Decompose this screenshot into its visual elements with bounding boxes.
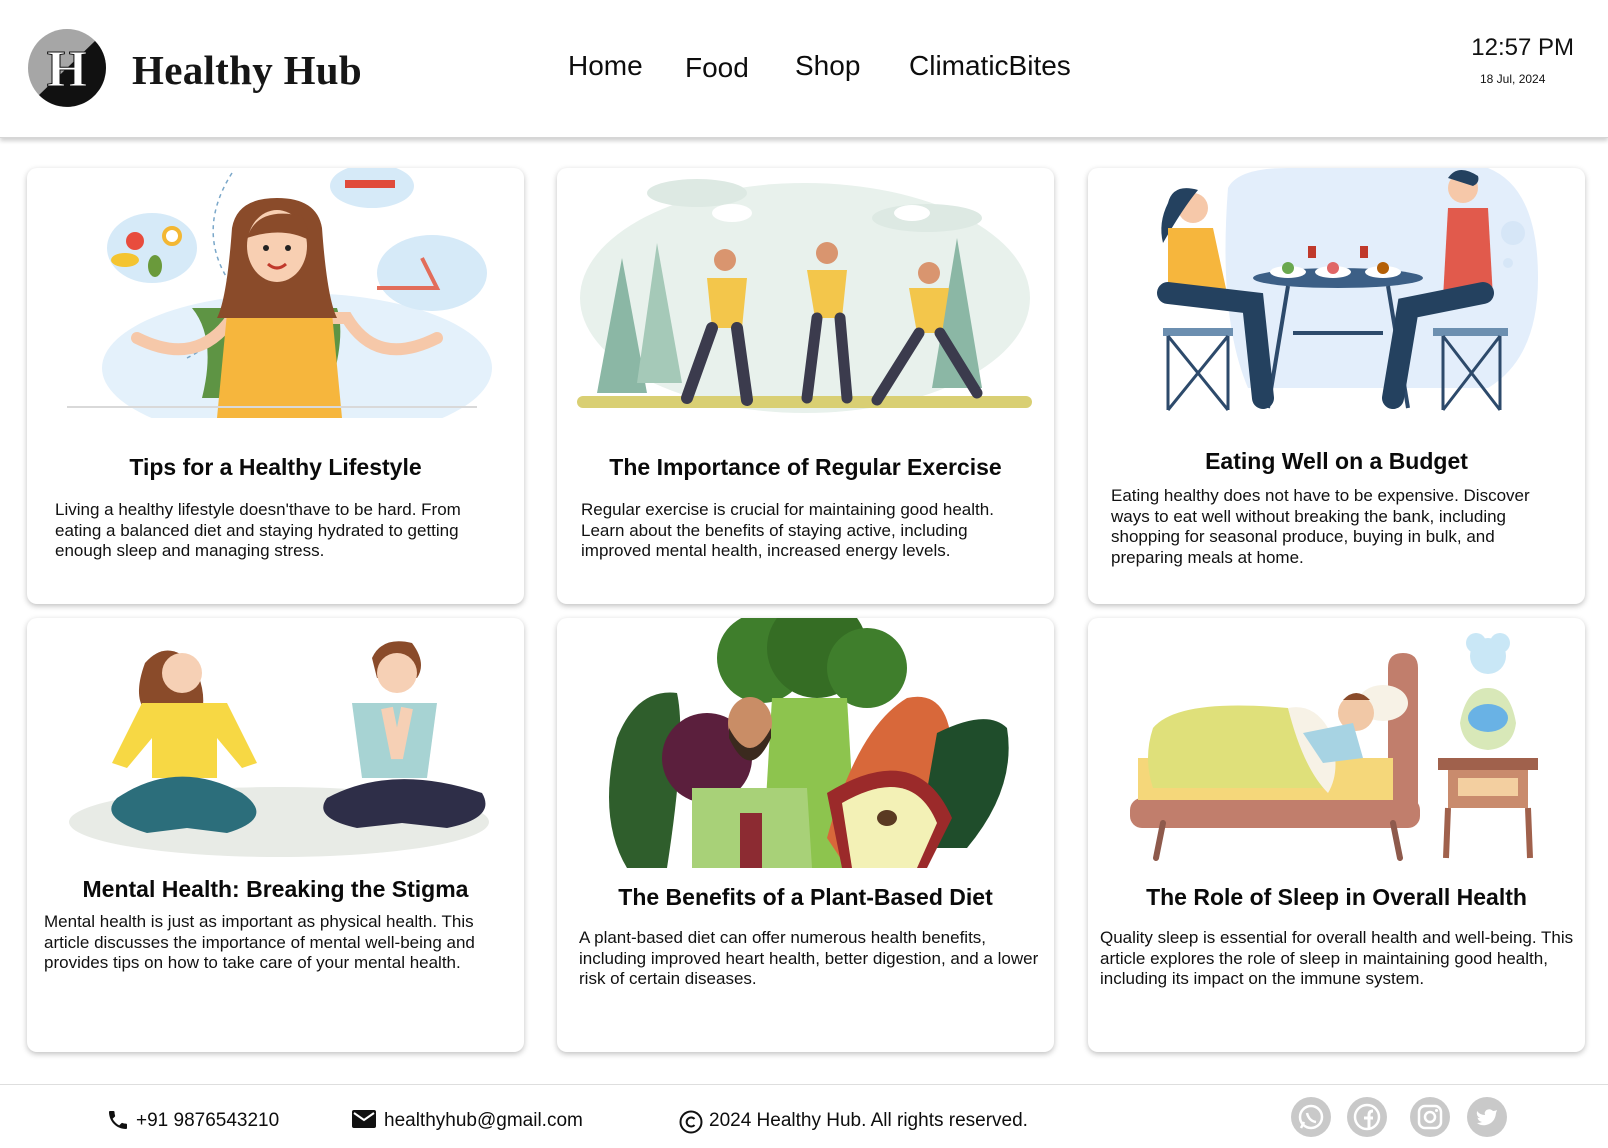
card-title[interactable]: Tips for a Healthy Lifestyle [37,454,514,481]
instagram-icon[interactable] [1410,1097,1450,1137]
clock-time: 12:57 PM [1471,34,1574,61]
exercise-illustration [557,168,1054,418]
article-card-sleep[interactable]: The Role of Sleep in Overall Health Qual… [1088,618,1585,1052]
footer-email[interactable]: healthyhub@gmail.com [384,1110,583,1132]
article-card-regular-exercise[interactable]: The Importance of Regular Exercise Regul… [557,168,1054,604]
card-description: A plant-based diet can offer numerous he… [579,928,1039,988]
footer-divider [0,1084,1608,1085]
facebook-icon[interactable] [1347,1097,1387,1137]
nav-home[interactable]: Home [568,50,643,82]
article-card-healthy-lifestyle[interactable]: Tips for a Healthy Lifestyle Living a he… [27,168,524,604]
card-title[interactable]: Eating Well on a Budget [1098,448,1575,475]
card-description: Eating healthy does not have to be expen… [1111,486,1530,567]
card-description: Quality sleep is essential for overall h… [1100,928,1574,988]
nav-climaticbites[interactable]: ClimaticBites [909,50,1071,82]
footer-copyright: 2024 Healthy Hub. All rights reserved. [709,1110,1028,1131]
clock-date: 18 Jul, 2024 [1480,72,1546,86]
card-description: Living a healthy lifestyle doesn'thave t… [55,500,461,560]
article-card-mental-health[interactable]: Mental Health: Breaking the Stigma Menta… [27,618,524,1052]
article-card-eating-budget[interactable]: Eating Well on a Budget Eating healthy d… [1088,168,1585,604]
article-card-plant-based-diet[interactable]: The Benefits of a Plant-Based Diet A pla… [557,618,1054,1052]
site-header: H Healthy Hub Home Food Shop ClimaticBit… [0,0,1608,138]
card-description: Mental health is just as important as ph… [44,912,475,972]
card-title[interactable]: The Benefits of a Plant-Based Diet [567,884,1044,911]
nav-food[interactable]: Food [685,52,749,84]
meditation-illustration [27,618,524,868]
svg-text:H: H [47,41,87,98]
brand-name[interactable]: Healthy Hub [132,46,362,94]
footer-phone[interactable]: +91 9876543210 [136,1110,279,1132]
phone-icon [106,1108,130,1137]
twitter-icon[interactable] [1467,1097,1507,1137]
healthy-lifestyle-illustration [27,168,524,443]
sleeping-child-illustration [1088,618,1585,868]
healthy-hub-logo[interactable]: H [27,28,107,108]
card-description: Regular exercise is crucial for maintain… [581,500,994,560]
dining-couple-illustration [1088,168,1585,418]
card-title[interactable]: The Importance of Regular Exercise [567,454,1044,481]
card-title[interactable]: The Role of Sleep in Overall Health [1098,884,1575,911]
plant-based-illustration [557,618,1054,868]
nav-shop[interactable]: Shop [795,50,860,82]
card-title[interactable]: Mental Health: Breaking the Stigma [37,876,514,903]
copyright-icon [679,1110,703,1139]
mail-icon [352,1110,376,1135]
whatsapp-icon[interactable] [1291,1097,1331,1137]
